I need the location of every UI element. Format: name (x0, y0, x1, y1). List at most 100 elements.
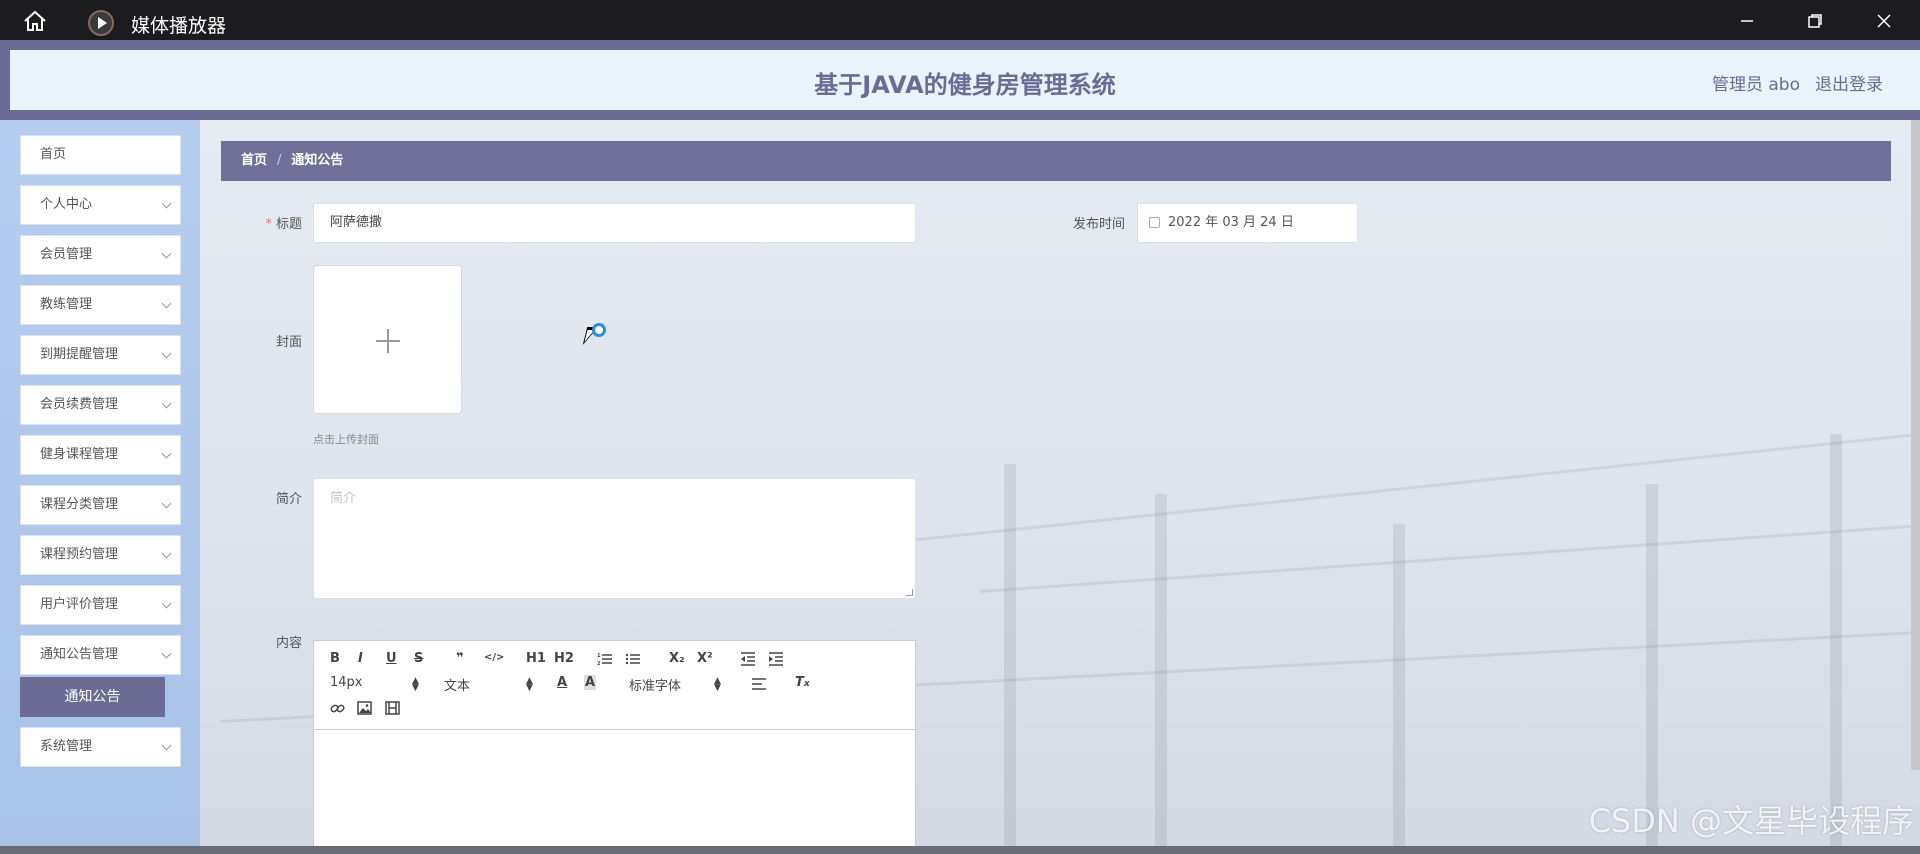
font-size-value: 14px (330, 675, 363, 690)
chevron-down-icon (161, 198, 172, 209)
intro-textarea[interactable]: 简介 (313, 478, 916, 599)
required-mark: * (265, 217, 272, 232)
chevron-down-icon (161, 498, 172, 509)
title-label: * 标题 (240, 213, 302, 232)
rich-text-editor[interactable]: B I U S ❞ </> H1 H2 12 X₂ X² 14px ▲ ▼ 文本 ▲ ▼… (313, 640, 916, 854)
bg-fence-post (1155, 494, 1167, 854)
font-family-select[interactable]: 标准字体 ▲ ▼ (629, 675, 724, 694)
app-header: 基于JAVA的健身房管理系统 管理员 abo 退出登录 (0, 40, 1920, 120)
font-color-icon[interactable]: A (557, 675, 567, 690)
restore-icon[interactable] (1800, 8, 1830, 34)
bottom-bar (0, 846, 1920, 854)
publish-time-value: 2022 年 03 月 24 日 (1168, 215, 1294, 230)
bg-fence-post (1393, 524, 1405, 854)
bg-fence-post (1004, 464, 1016, 854)
media-player-icon (88, 10, 114, 36)
chevron-down-icon (161, 598, 172, 609)
italic-button[interactable]: I (358, 651, 363, 666)
link-icon[interactable] (330, 701, 345, 716)
sidebar-subitem-notice[interactable]: 通知公告 (20, 677, 165, 717)
calendar-icon (1149, 217, 1160, 228)
select-arrows-icon: ▼ (526, 683, 533, 693)
breadcrumb-separator: / (277, 153, 282, 168)
chevron-down-icon (161, 348, 172, 359)
svg-text:1: 1 (597, 653, 601, 659)
cover-uploader[interactable] (313, 265, 462, 414)
minimize-icon[interactable] (1732, 8, 1762, 34)
font-family-value: 标准字体 (629, 679, 682, 694)
sidebar-item-label: 课程预约管理 (40, 547, 119, 562)
plus-icon (387, 329, 389, 353)
publish-time-label: 发布时间 (1072, 217, 1125, 232)
content-label: 内容 (275, 636, 302, 651)
sidebar-item-label: 通知公告管理 (40, 647, 119, 662)
cover-hint: 点击上传封面 (313, 433, 379, 446)
breadcrumb-home[interactable]: 首页 (241, 153, 267, 168)
clear-format-icon[interactable]: Tx (795, 675, 810, 690)
sidebar-item-label: 会员管理 (40, 247, 93, 262)
subscript-button[interactable]: X₂ (669, 651, 685, 666)
system-title: 基于JAVA的健身房管理系统 (814, 71, 1116, 99)
image-icon[interactable] (357, 701, 372, 715)
close-icon[interactable] (1869, 8, 1899, 34)
sidebar-item-coach-management[interactable]: 教练管理 (20, 285, 181, 325)
sidebar-item-personal-center[interactable]: 个人中心 (20, 185, 181, 225)
indent-icon[interactable] (768, 652, 784, 666)
resize-handle-icon[interactable] (906, 589, 913, 596)
chevron-down-icon (161, 298, 172, 309)
ordered-list-icon[interactable]: 12 (597, 652, 613, 666)
sidebar-item-label: 到期提醒管理 (40, 347, 119, 362)
outdent-icon[interactable] (740, 652, 756, 666)
sidebar-item-member-management[interactable]: 会员管理 (20, 235, 181, 275)
sidebar-item-course-category[interactable]: 课程分类管理 (20, 485, 181, 525)
chevron-down-icon (161, 448, 172, 459)
sidebar-item-home[interactable]: 首页 (20, 135, 181, 175)
strike-button[interactable]: S (414, 651, 423, 666)
sidebar-item-label: 用户评价管理 (40, 597, 119, 612)
home-icon[interactable] (22, 10, 48, 32)
sidebar-item-fitness-course[interactable]: 健身课程管理 (20, 435, 181, 475)
admin-label: 管理员 abo (1711, 75, 1800, 95)
chevron-down-icon (161, 648, 172, 659)
sidebar-item-label: 教练管理 (40, 297, 93, 312)
logout-link[interactable]: 退出登录 (1815, 70, 1883, 95)
sidebar: 首页 个人中心 会员管理 教练管理 到期提醒管理 会员续费管理 健身课程管理 课… (0, 120, 200, 854)
breadcrumb: 首页 / 通知公告 (221, 141, 1891, 181)
font-size-select[interactable]: 14px ▲ ▼ (330, 675, 420, 693)
sidebar-item-notice-management[interactable]: 通知公告管理 (20, 635, 181, 675)
watermark: CSDN @文星毕设程序 (1588, 802, 1914, 840)
chevron-down-icon (161, 740, 172, 751)
superscript-button[interactable]: X² (697, 651, 713, 666)
sidebar-item-user-review[interactable]: 用户评价管理 (20, 585, 181, 625)
sidebar-item-label: 课程分类管理 (40, 497, 119, 512)
video-icon[interactable] (385, 701, 400, 715)
sidebar-item-system-management[interactable]: 系统管理 (20, 727, 181, 767)
bold-button[interactable]: B (330, 651, 340, 666)
chevron-down-icon (161, 398, 172, 409)
select-arrows-icon: ▼ (412, 683, 419, 693)
sidebar-item-label: 系统管理 (40, 739, 93, 754)
intro-label: 简介 (275, 492, 302, 507)
publish-time-picker[interactable]: 2022 年 03 月 24 日 (1137, 203, 1358, 243)
bg-wire (979, 524, 1918, 593)
blockquote-button[interactable]: ❞ (456, 651, 464, 666)
header1-button[interactable]: H1 (526, 651, 546, 666)
underline-button[interactable]: U (386, 651, 397, 666)
header2-button[interactable]: H2 (554, 651, 574, 666)
background-color-icon[interactable]: A (584, 675, 597, 690)
title-input[interactable]: 阿萨德撒 (313, 203, 916, 243)
align-icon[interactable] (751, 677, 767, 691)
header-panel: 基于JAVA的健身房管理系统 管理员 abo 退出登录 (10, 50, 1920, 110)
window-title: 媒体播放器 (131, 15, 227, 37)
text-style-select[interactable]: 文本 ▲ ▼ (444, 675, 534, 694)
svg-text:2: 2 (597, 661, 601, 666)
chevron-down-icon (161, 548, 172, 559)
sidebar-item-label: 个人中心 (40, 197, 93, 212)
code-block-button[interactable]: </> (484, 652, 504, 663)
bullet-list-icon[interactable] (625, 652, 641, 666)
sidebar-item-course-booking[interactable]: 课程预约管理 (20, 535, 181, 575)
sidebar-item-expiry-reminder[interactable]: 到期提醒管理 (20, 335, 181, 375)
sidebar-item-member-renewal[interactable]: 会员续费管理 (20, 385, 181, 425)
text-style-value: 文本 (444, 679, 471, 694)
vertical-scrollbar[interactable] (1911, 120, 1920, 770)
